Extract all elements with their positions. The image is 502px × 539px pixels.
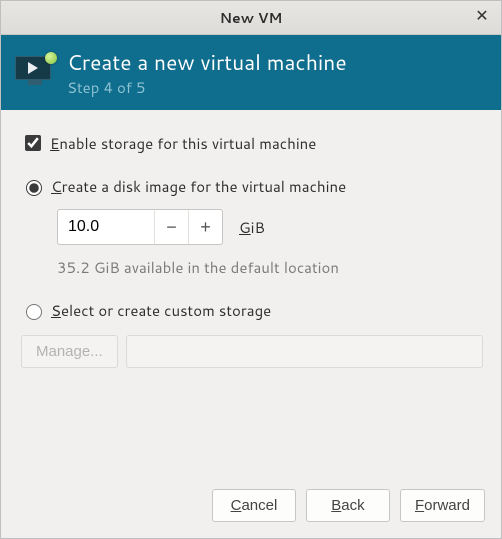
- create-disk-row: Create a disk image for the virtual mach…: [21, 170, 483, 203]
- available-space-label: 35.2 GiB available in the default locati…: [57, 257, 483, 278]
- enable-storage-row: Enable storage for this virtual machine: [21, 126, 483, 160]
- wizard-banner: Create a new virtual machine Step 4 of 5: [1, 35, 501, 110]
- disk-size-unit-label: GiB: [239, 217, 265, 238]
- create-disk-radio[interactable]: [26, 180, 42, 196]
- custom-storage-radio[interactable]: [26, 304, 42, 320]
- custom-storage-row: Select or create custom storage: [21, 294, 483, 327]
- forward-button[interactable]: Forward: [400, 489, 485, 522]
- close-icon[interactable]: ✕: [471, 6, 493, 28]
- content-area: Enable storage for this virtual machine …: [1, 110, 501, 477]
- disk-size-decrement-button[interactable]: −: [154, 210, 188, 244]
- titlebar: New VM ✕: [1, 1, 501, 35]
- enable-storage-label: Enable storage for this virtual machine: [50, 133, 316, 154]
- manage-storage-button[interactable]: Manage...: [21, 335, 118, 368]
- custom-storage-label: Select or create custom storage: [51, 300, 271, 321]
- banner-step: Step 4 of 5: [67, 77, 347, 98]
- custom-storage-path-input[interactable]: [126, 335, 483, 368]
- custom-storage-controls: Manage...: [21, 335, 483, 368]
- banner-text: Create a new virtual machine Step 4 of 5: [67, 47, 347, 98]
- disk-size-row: − + GiB: [57, 203, 483, 251]
- disk-size-increment-button[interactable]: +: [188, 210, 222, 244]
- back-button[interactable]: Back: [306, 489, 390, 522]
- window-title: New VM: [220, 8, 283, 28]
- dialog-footer: Cancel Back Forward: [1, 477, 501, 538]
- create-disk-label: Create a disk image for the virtual mach…: [51, 176, 346, 197]
- banner-heading: Create a new virtual machine: [67, 47, 347, 77]
- cancel-button[interactable]: Cancel: [212, 489, 296, 522]
- disk-size-spinbox: − +: [57, 209, 223, 245]
- enable-storage-checkbox[interactable]: [25, 135, 41, 151]
- disk-size-input[interactable]: [58, 210, 154, 244]
- vm-create-icon: [15, 56, 55, 90]
